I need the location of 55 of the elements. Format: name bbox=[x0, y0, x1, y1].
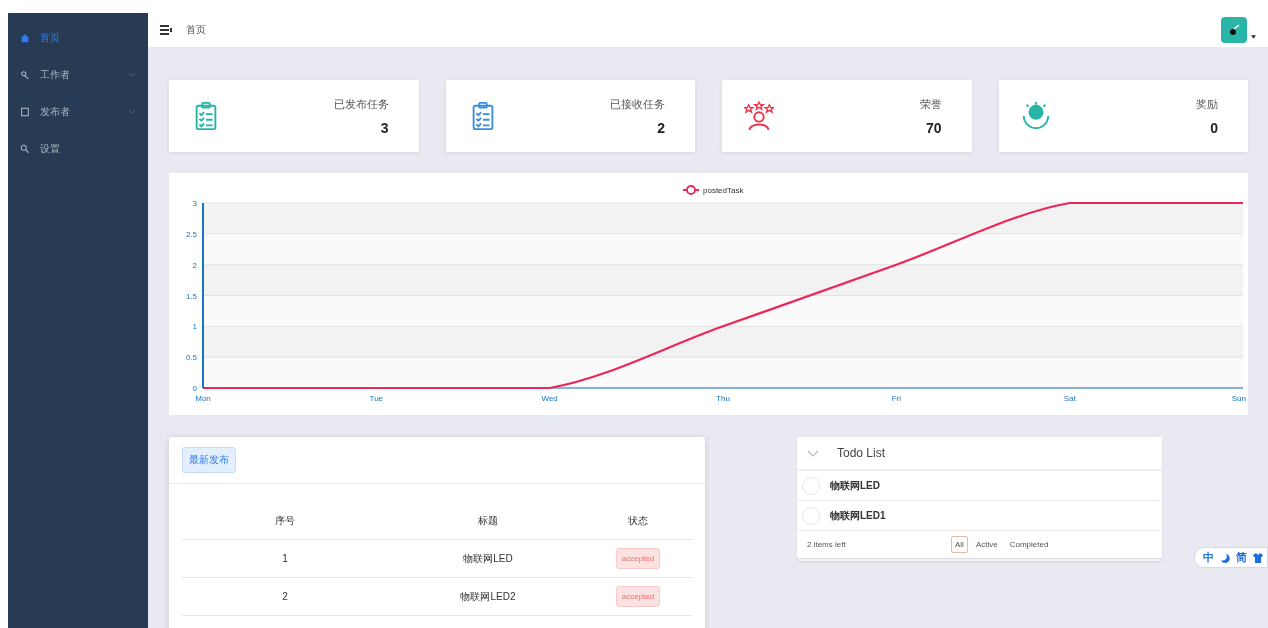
y-tick-label: 2 bbox=[192, 260, 197, 270]
legend-label: postedTask bbox=[703, 186, 744, 195]
column-header: 状态 bbox=[627, 513, 649, 528]
stat-value: 0 bbox=[1210, 119, 1218, 136]
x-tick-label: Thu bbox=[716, 394, 730, 403]
filter-button[interactable]: Completed bbox=[1005, 536, 1053, 553]
y-tick-label: 1.5 bbox=[185, 291, 197, 301]
stat-label: 荣誉 bbox=[919, 96, 942, 112]
filter-button[interactable]: All bbox=[951, 536, 968, 553]
stat-label: 已接收任务 bbox=[610, 96, 665, 112]
table-cell-text: 1 bbox=[281, 553, 289, 564]
todo-title: Todo List bbox=[837, 446, 886, 460]
todo-text: 物联网LED bbox=[830, 478, 880, 493]
y-tick-label: 0.5 bbox=[185, 353, 197, 363]
y-tick-label: 2.5 bbox=[185, 229, 197, 239]
items-left-count: 2 items left bbox=[807, 540, 847, 549]
menu-icon[interactable] bbox=[160, 25, 172, 35]
stat-label: 已发布任务 bbox=[333, 96, 389, 112]
status-tag: accepted bbox=[615, 586, 661, 607]
todo-text: 物联网LED1 bbox=[830, 508, 886, 523]
sidebar-item[interactable]: 首页 bbox=[8, 19, 148, 56]
x-tick-label: Tue bbox=[369, 394, 384, 403]
sidebar-item[interactable]: 工作者 bbox=[8, 56, 148, 93]
table-cell-text: 物联网LED bbox=[462, 551, 514, 566]
home-icon bbox=[20, 32, 30, 43]
y-tick-label: 3 bbox=[192, 199, 197, 208]
x-tick-label: Sun bbox=[1231, 394, 1246, 403]
x-tick-label: Sat bbox=[1063, 394, 1076, 403]
latest-button[interactable]: 最新发布 bbox=[182, 447, 236, 473]
y-tick-label: 1 bbox=[192, 322, 197, 332]
status-tag: accepted bbox=[615, 548, 661, 569]
sidebar-item[interactable]: 设置 bbox=[8, 130, 148, 167]
y-tick-label: 0 bbox=[192, 384, 197, 393]
caret-icon[interactable] bbox=[1251, 35, 1256, 39]
ime-mode-label[interactable]: 中 bbox=[1203, 550, 1214, 565]
stat-value: 3 bbox=[380, 119, 389, 136]
filter-button[interactable]: Active bbox=[971, 536, 1002, 553]
table-cell-text: 2 bbox=[281, 591, 289, 602]
stat-label: 奖励 bbox=[1196, 96, 1218, 112]
table-cell-text: 物联网LED2 bbox=[459, 589, 517, 604]
shirt-icon[interactable] bbox=[1253, 552, 1263, 563]
stat-value: 2 bbox=[657, 119, 665, 136]
avatar[interactable] bbox=[1221, 17, 1247, 43]
ime-script-label[interactable]: 简 bbox=[1236, 550, 1247, 565]
sidebar-item[interactable]: 发布者 bbox=[8, 93, 148, 130]
column-header: 序号 bbox=[274, 513, 296, 528]
moon-icon[interactable] bbox=[1220, 552, 1230, 563]
x-tick-label: Wed bbox=[541, 394, 558, 403]
column-header: 标题 bbox=[477, 513, 499, 528]
document-icon bbox=[20, 106, 30, 117]
stat-value: 70 bbox=[925, 119, 942, 136]
x-tick-label: Mon bbox=[195, 394, 211, 403]
breadcrumb[interactable]: 首页 bbox=[186, 23, 206, 37]
x-tick-label: Fri bbox=[891, 394, 901, 403]
legend-marker bbox=[682, 185, 700, 195]
